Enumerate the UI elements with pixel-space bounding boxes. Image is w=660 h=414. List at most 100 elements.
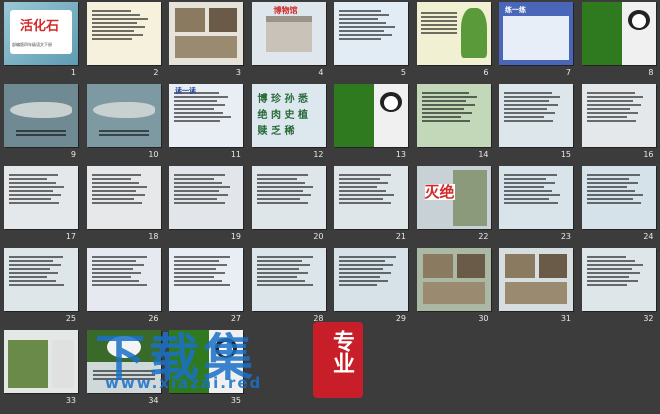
slide-number: 9 — [70, 150, 76, 159]
slide-preview — [334, 166, 408, 229]
slide-number: 23 — [560, 232, 571, 241]
slide-number: 12 — [313, 150, 324, 159]
slide-thumbnail-2[interactable]: 2 — [83, 0, 165, 82]
slide-preview — [4, 248, 78, 311]
slide-thumbnail-22[interactable]: 灭绝 22 — [413, 164, 495, 246]
slide-thumbnail-24[interactable]: 24 — [578, 164, 660, 246]
slide-number: 4 — [318, 68, 324, 77]
slide-thumbnail-23[interactable]: 23 — [495, 164, 577, 246]
slide-thumbnail-20[interactable]: 20 — [248, 164, 330, 246]
slide-thumbnail-14[interactable]: 14 — [413, 82, 495, 164]
slide-number: 15 — [560, 150, 571, 159]
watermark: 下载集 专业 www.xiazai.red — [55, 318, 485, 410]
slide-preview — [86, 84, 161, 147]
slide-thumbnail-9[interactable]: 9 — [0, 82, 82, 164]
slide-preview — [86, 2, 161, 65]
slide-thumbnail-17[interactable]: 17 — [0, 164, 82, 246]
watermark-badge: 专业 — [313, 322, 363, 398]
slide-number: 20 — [313, 232, 324, 241]
slide-title: 练一练 — [505, 6, 526, 14]
slide-preview: 博物馆 — [251, 2, 326, 65]
slide-number: 5 — [400, 68, 406, 77]
slide-preview — [334, 248, 408, 311]
slide-preview — [581, 248, 656, 311]
slide-thumbnail-4[interactable]: 博物馆 4 — [248, 0, 330, 82]
slide-number: 6 — [483, 68, 489, 77]
slide-preview: 博 珍 孙 悉 绝 肉 史 植 赎 乏 稀 — [251, 84, 326, 147]
slide-number: 17 — [65, 232, 76, 241]
slide-preview — [581, 2, 656, 65]
watermark-badge-text: 专业 — [329, 330, 354, 374]
slide-preview — [86, 248, 161, 311]
slide-thumbnail-31[interactable]: 31 — [495, 246, 577, 328]
slide-number: 14 — [478, 150, 489, 159]
slide-preview — [4, 166, 78, 229]
slide-preview — [416, 2, 491, 65]
slide-thumbnail-11[interactable]: 读一读 11 — [165, 82, 247, 164]
slide-preview: 活化石 部编版四年级语文下册 — [4, 2, 78, 65]
slide-number: 31 — [560, 314, 571, 323]
slide-thumbnail-5[interactable]: 5 — [330, 0, 412, 82]
slide-thumbnail-25[interactable]: 25 — [0, 246, 82, 328]
slide-number: 8 — [648, 68, 654, 77]
slide-preview — [581, 166, 656, 229]
slide-preview — [169, 248, 243, 311]
slide-title: 博物馆 — [273, 6, 298, 15]
slide-number: 13 — [395, 150, 406, 159]
slide-number: 7 — [565, 68, 571, 77]
slide-thumbnail-26[interactable]: 26 — [83, 246, 165, 328]
slide-preview — [416, 84, 491, 147]
slide-thumbnail-19[interactable]: 19 — [165, 164, 247, 246]
slide-thumbnail-32[interactable]: 32 — [578, 246, 660, 328]
slide-number: 19 — [230, 232, 241, 241]
slide-preview — [4, 84, 78, 147]
slide-number: 24 — [643, 232, 654, 241]
slide-preview: 灭绝 — [416, 166, 491, 229]
slide-thumbnail-18[interactable]: 18 — [83, 164, 165, 246]
slide-thumbnail-21[interactable]: 21 — [330, 164, 412, 246]
slide-preview: 读一读 — [169, 84, 243, 147]
slide-preview — [499, 166, 573, 229]
slide-thumbnail-30[interactable]: 30 — [413, 246, 495, 328]
slide-thumbnail-7[interactable]: 练一练 7 — [495, 0, 577, 82]
slide-preview — [251, 166, 326, 229]
slide-thumbnail-28[interactable]: 28 — [248, 246, 330, 328]
slide-preview — [169, 166, 243, 229]
slide-number: 1 — [70, 68, 76, 77]
slide-preview — [169, 2, 243, 65]
slide-preview — [581, 84, 656, 147]
slide-title: 活化石 — [20, 19, 60, 34]
slide-number: 3 — [235, 68, 241, 77]
slide-thumbnail-3[interactable]: 3 — [165, 0, 247, 82]
slide-number: 22 — [478, 232, 489, 241]
slide-number: 10 — [148, 150, 159, 159]
slide-number: 2 — [153, 68, 159, 77]
slide-thumbnail-15[interactable]: 15 — [495, 82, 577, 164]
slide-thumbnail-13[interactable]: 13 — [330, 82, 412, 164]
slide-preview — [251, 248, 326, 311]
slide-thumbnail-16[interactable]: 16 — [578, 82, 660, 164]
slide-thumbnail-12[interactable]: 博 珍 孙 悉 绝 肉 史 植 赎 乏 稀 12 — [248, 82, 330, 164]
slide-thumbnail-8[interactable]: 8 — [578, 0, 660, 82]
slide-title: 灭绝 — [424, 183, 455, 201]
slide-thumbnail-27[interactable]: 27 — [165, 246, 247, 328]
watermark-url: www.xiazai.red — [105, 374, 263, 392]
slide-preview — [86, 166, 161, 229]
slide-characters: 博 珍 孙 悉 绝 肉 史 植 赎 乏 稀 — [257, 94, 308, 137]
slide-preview — [334, 84, 408, 147]
slide-preview: 练一练 — [499, 2, 573, 65]
slide-preview — [499, 248, 573, 311]
slide-thumbnail-10[interactable]: 10 — [83, 82, 165, 164]
slide-preview — [334, 2, 408, 65]
slide-preview — [416, 248, 491, 311]
slide-title: 读一读 — [175, 87, 196, 95]
slide-number: 16 — [643, 150, 654, 159]
slide-number: 21 — [395, 232, 406, 241]
slide-thumbnail-29[interactable]: 29 — [330, 246, 412, 328]
slide-number: 18 — [148, 232, 159, 241]
slide-preview — [499, 84, 573, 147]
slide-thumbnail-1[interactable]: 活化石 部编版四年级语文下册 1 — [0, 0, 82, 82]
slide-number: 32 — [643, 314, 654, 323]
slide-number: 11 — [230, 150, 241, 159]
slide-thumbnail-6[interactable]: 6 — [413, 0, 495, 82]
